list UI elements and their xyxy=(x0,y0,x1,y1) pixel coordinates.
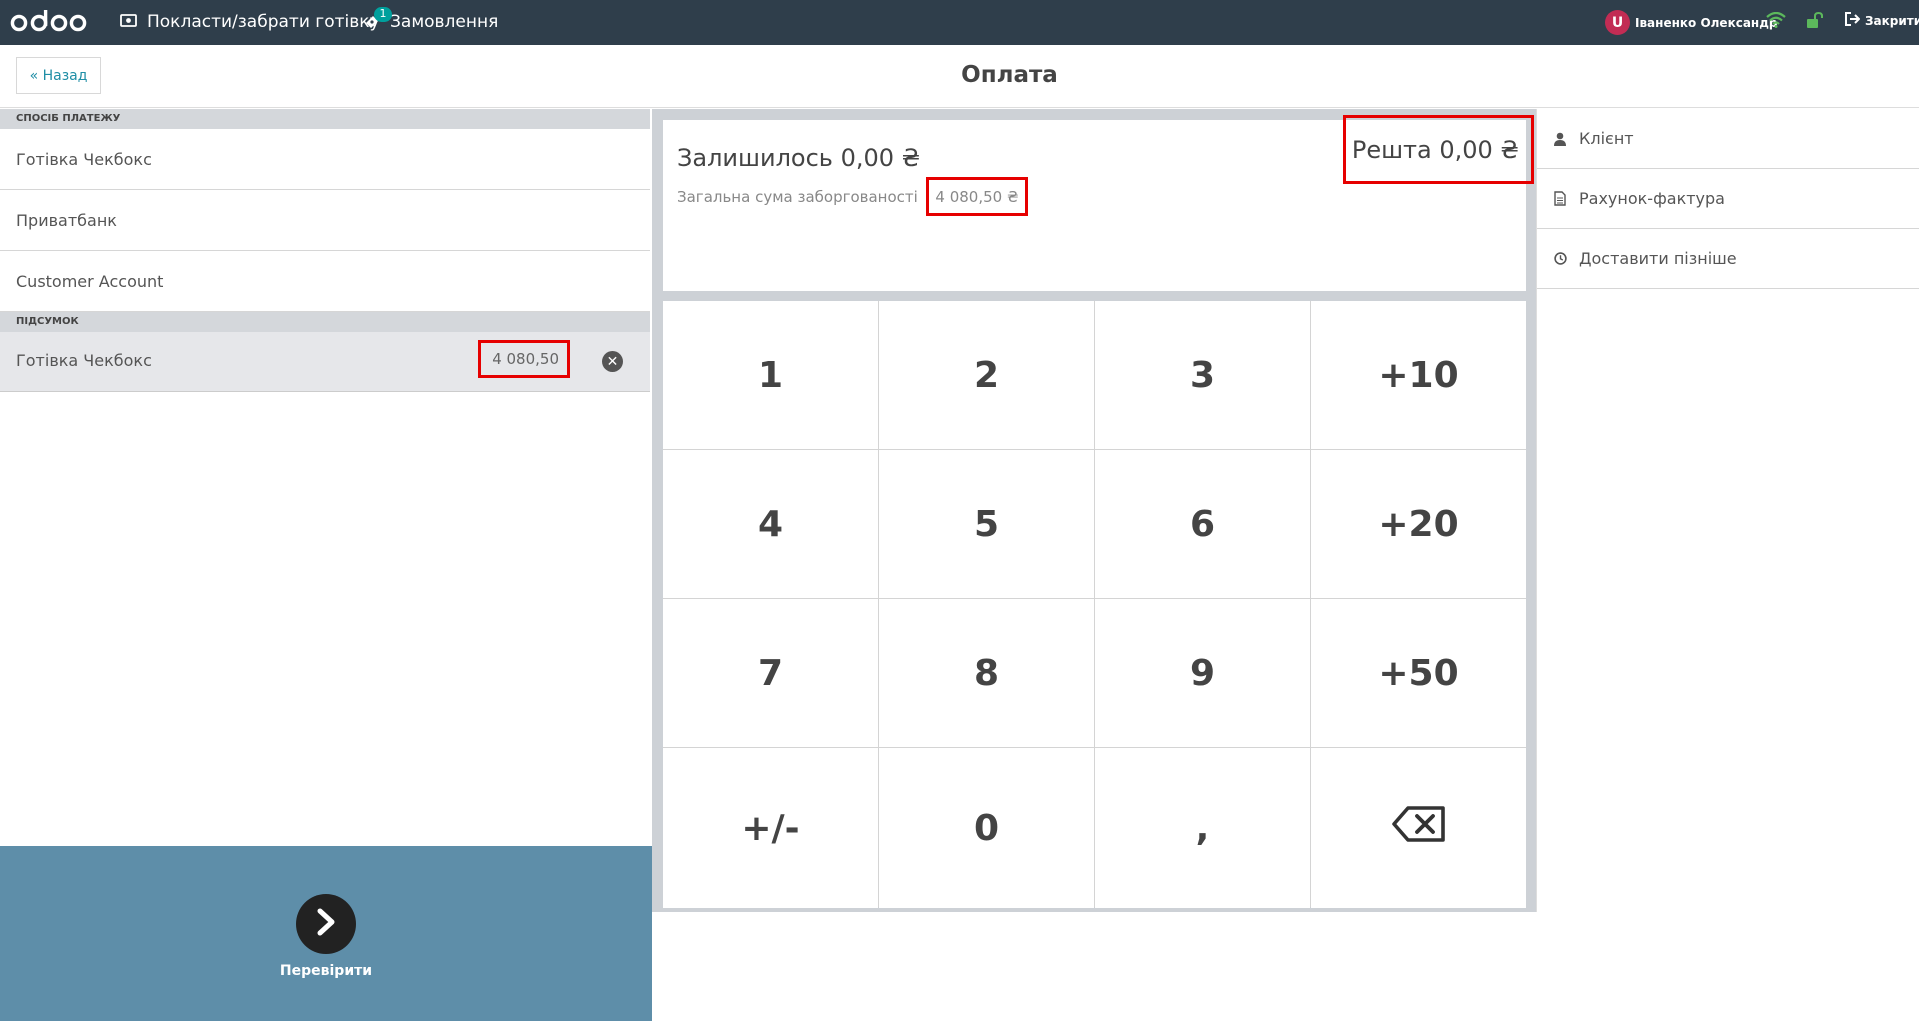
numpad-key-0[interactable]: 0 xyxy=(879,748,1094,908)
orders-label: Замовлення xyxy=(390,12,499,32)
numpad-key-backspace[interactable] xyxy=(1311,748,1526,908)
payment-method-privatbank[interactable]: Приватбанк xyxy=(0,190,650,251)
numpad-key-4[interactable]: 4 xyxy=(663,450,878,598)
numpad-key-3[interactable]: 3 xyxy=(1095,301,1310,449)
backspace-icon xyxy=(1391,805,1446,851)
payment-method-customer-account[interactable]: Customer Account xyxy=(0,251,650,312)
invoice-button[interactable]: Рахунок-фактура xyxy=(1537,169,1919,229)
numpad-key-6[interactable]: 6 xyxy=(1095,450,1310,598)
payment-options-panel: Клієнт Рахунок-фактура Доставити пізніше xyxy=(1536,109,1919,912)
summary-line-method: Готівка Чекбокс xyxy=(16,351,152,370)
numpad-key-comma[interactable]: , xyxy=(1095,748,1310,908)
chevron-right-icon xyxy=(314,908,338,940)
payment-lines-panel: СПОСІБ ПЛАТЕЖУ Готівка Чекбокс Приватбан… xyxy=(0,109,652,1021)
change-amount: Решта 0,00 ₴ xyxy=(1343,115,1534,184)
cash-in-out-label: Покласти/забрати готівку xyxy=(147,12,380,32)
payment-center-panel: Залишилось 0,00 ₴ Загальна сума заборгов… xyxy=(652,109,1536,912)
numpad-key-9[interactable]: 9 xyxy=(1095,599,1310,747)
document-icon xyxy=(1553,191,1567,206)
numpad-key-plus-10[interactable]: +10 xyxy=(1311,301,1526,449)
numpad-key-plus-50[interactable]: +50 xyxy=(1311,599,1526,747)
money-icon xyxy=(120,12,137,32)
summary-header: ПІДСУМОК xyxy=(0,312,650,332)
cash-in-out-button[interactable]: Покласти/забрати готівку xyxy=(120,12,380,32)
payment-methods-header: СПОСІБ ПЛАТЕЖУ xyxy=(0,109,650,129)
remove-line-icon[interactable]: ✕ xyxy=(602,351,623,372)
numpad-key-2[interactable]: 2 xyxy=(879,301,1094,449)
payment-status: Залишилось 0,00 ₴ Загальна сума заборгов… xyxy=(663,115,1534,291)
top-bar: Покласти/забрати готівку 1 Замовлення U … xyxy=(0,0,1919,45)
validate-panel[interactable]: Перевірити xyxy=(0,846,652,1021)
payment-header: « Назад Оплата xyxy=(0,45,1919,108)
avatar: U xyxy=(1605,10,1630,35)
close-session-label: Закрити xyxy=(1865,13,1919,28)
numpad-key-5[interactable]: 5 xyxy=(879,450,1094,598)
user-menu[interactable]: U Іваненко Олександр xyxy=(1605,10,1778,35)
clock-icon xyxy=(1553,252,1567,265)
debt-amount: 4 080,50 ₴ xyxy=(926,177,1028,216)
numpad-key-7[interactable]: 7 xyxy=(663,599,878,747)
page-title: Оплата xyxy=(961,62,1058,88)
sign-out-icon xyxy=(1845,12,1861,29)
numpad-key-8[interactable]: 8 xyxy=(879,599,1094,747)
orders-count-badge: 1 xyxy=(374,7,392,22)
ticket-icon: 1 xyxy=(364,7,392,30)
ship-later-button[interactable]: Доставити пізніше xyxy=(1537,229,1919,289)
ship-later-label: Доставити пізніше xyxy=(1579,249,1737,268)
customer-button[interactable]: Клієнт xyxy=(1537,109,1919,169)
numpad-key-plus-20[interactable]: +20 xyxy=(1311,450,1526,598)
summary-line-amount[interactable]: 4 080,50 xyxy=(478,340,570,378)
orders-button[interactable]: 1 Замовлення xyxy=(364,7,499,32)
payment-method-cash-checkbox[interactable]: Готівка Чекбокс xyxy=(0,129,650,190)
invoice-label: Рахунок-фактура xyxy=(1579,189,1725,208)
validate-button[interactable] xyxy=(296,894,356,954)
close-session-button[interactable]: Закрити xyxy=(1845,12,1919,29)
odoo-logo xyxy=(10,8,88,39)
validate-label: Перевірити xyxy=(279,963,373,979)
unlock-icon[interactable] xyxy=(1806,12,1824,29)
numpad-key-sign[interactable]: +/- xyxy=(663,748,878,908)
numpad: 1 2 3 +10 4 5 6 +20 7 8 9 +50 +/- 0 , xyxy=(663,301,1526,908)
customer-label: Клієнт xyxy=(1579,129,1634,148)
user-name: Іваненко Олександр xyxy=(1635,15,1778,30)
remaining-amount: Залишилось 0,00 ₴ xyxy=(677,144,921,172)
debt-label: Загальна сума заборгованості xyxy=(677,188,918,206)
wifi-icon xyxy=(1766,12,1786,28)
numpad-key-1[interactable]: 1 xyxy=(663,301,878,449)
user-icon xyxy=(1553,132,1567,146)
